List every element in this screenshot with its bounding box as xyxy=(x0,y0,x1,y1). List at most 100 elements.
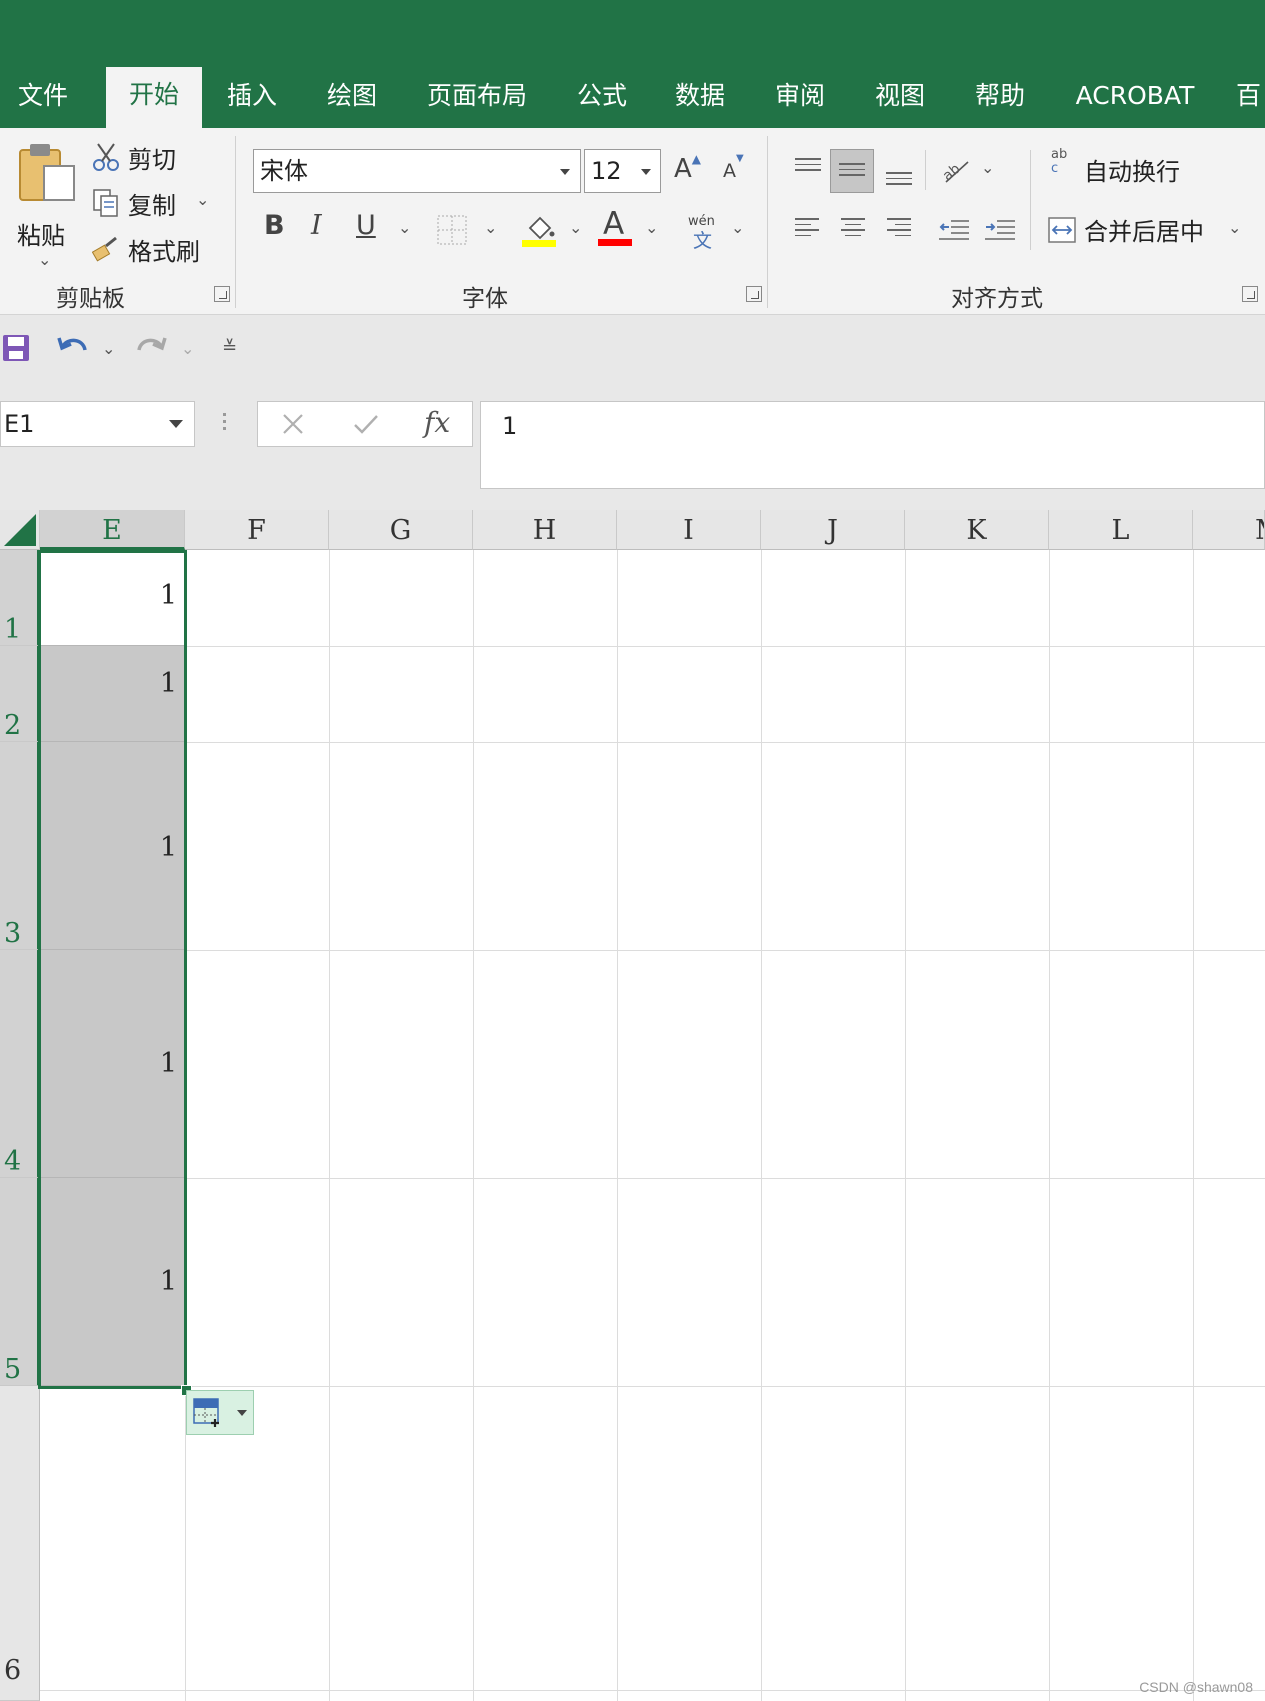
column-header-m[interactable]: M xyxy=(1193,510,1265,550)
column-header-h[interactable]: H xyxy=(473,510,617,550)
decrease-indent-icon[interactable] xyxy=(939,219,969,241)
align-bottom-icon[interactable] xyxy=(886,172,912,189)
format-painter-button[interactable]: 格式刷 xyxy=(92,232,212,268)
align-center-icon[interactable] xyxy=(841,218,865,240)
worksheet-grid[interactable]: E F G H I J K L M 1 2 3 4 5 6 1 1 1 1 1 xyxy=(0,510,1265,1701)
phonetic-guide-button[interactable]: wén 文 xyxy=(688,214,722,252)
align-top-icon[interactable] xyxy=(795,158,821,175)
column-header-e[interactable]: E xyxy=(40,510,185,550)
formula-bar-splitter[interactable] xyxy=(223,413,227,435)
font-name-combobox[interactable]: 宋体 xyxy=(253,149,581,193)
row-header-1[interactable]: 1 xyxy=(0,550,40,646)
quick-analysis-button[interactable] xyxy=(186,1390,254,1435)
gridline xyxy=(40,1178,1265,1179)
ribbon-separator xyxy=(767,136,768,308)
select-all-button[interactable] xyxy=(0,510,40,550)
font-group-label: 字体 xyxy=(462,286,508,312)
orientation-icon[interactable]: ab xyxy=(940,156,970,186)
row-header-5[interactable]: 5 xyxy=(0,1178,40,1386)
column-header-l[interactable]: L xyxy=(1049,510,1193,550)
cell-e5[interactable]: 1 xyxy=(40,1178,185,1386)
fill-color-icon[interactable] xyxy=(522,212,556,248)
bold-button[interactable]: B xyxy=(264,210,285,241)
orientation-chevron-down-icon[interactable]: ⌄ xyxy=(981,158,994,177)
customize-qat-icon[interactable]: ≚ xyxy=(222,337,237,358)
tab-review[interactable]: 审阅 xyxy=(756,68,844,128)
grow-font-button[interactable]: A▲ xyxy=(674,152,701,184)
redo-icon[interactable] xyxy=(135,334,167,362)
ribbon-separator xyxy=(1030,150,1031,250)
enter-check-icon[interactable] xyxy=(353,412,379,436)
tab-view[interactable]: 视图 xyxy=(856,68,944,128)
tab-baidu[interactable]: 百 xyxy=(1236,68,1265,128)
column-header-i[interactable]: I xyxy=(617,510,761,550)
cell-e4[interactable]: 1 xyxy=(40,950,185,1178)
formula-input[interactable]: 1 xyxy=(480,401,1265,489)
row-header-2[interactable]: 2 xyxy=(0,646,40,742)
font-color-chevron-down-icon[interactable]: ⌄ xyxy=(645,218,658,237)
align-left-icon[interactable] xyxy=(795,218,819,240)
copy-button[interactable]: 复制 ⌄ xyxy=(92,186,212,222)
tab-page-layout[interactable]: 页面布局 xyxy=(420,68,534,128)
row-header-3[interactable]: 3 xyxy=(0,742,40,950)
merge-center-chevron-down-icon[interactable]: ⌄ xyxy=(1228,218,1241,237)
paste-chevron-down-icon[interactable]: ⌄ xyxy=(38,250,51,269)
quick-analysis-dropdown-icon[interactable] xyxy=(237,1410,247,1416)
phonetic-chevron-down-icon[interactable]: ⌄ xyxy=(731,218,744,237)
merge-center-icon xyxy=(1048,217,1076,243)
cell-e2[interactable]: 1 xyxy=(40,646,185,742)
tab-help[interactable]: 帮助 xyxy=(956,68,1044,128)
row-header-6[interactable]: 6 xyxy=(0,1386,40,1701)
clipboard-dialog-launcher-icon[interactable] xyxy=(214,286,230,302)
alignment-dialog-launcher-icon[interactable] xyxy=(1242,286,1258,302)
tab-data[interactable]: 数据 xyxy=(656,68,744,128)
fill-color-chevron-down-icon[interactable]: ⌄ xyxy=(569,218,582,237)
paste-button[interactable]: 粘贴 ⌄ xyxy=(10,138,80,273)
align-right-icon[interactable] xyxy=(887,218,911,240)
tab-draw[interactable]: 绘图 xyxy=(308,68,396,128)
font-name-dropdown-icon[interactable] xyxy=(560,169,570,175)
cut-label: 剪切 xyxy=(128,146,176,174)
wrap-text-button[interactable]: ab c 自动换行 xyxy=(1048,148,1218,190)
font-color-button[interactable]: A xyxy=(598,206,632,248)
undo-icon[interactable] xyxy=(57,334,89,362)
cancel-icon[interactable] xyxy=(281,412,305,436)
underline-button[interactable]: U xyxy=(356,210,376,241)
redo-chevron-down-icon[interactable]: ⌄ xyxy=(181,339,194,358)
insert-function-button[interactable]: fx xyxy=(424,406,450,439)
underline-chevron-down-icon[interactable]: ⌄ xyxy=(398,218,411,237)
column-header-g[interactable]: G xyxy=(329,510,473,550)
copy-chevron-down-icon[interactable]: ⌄ xyxy=(196,190,209,209)
column-header-f[interactable]: F xyxy=(185,510,329,550)
merge-center-button[interactable]: 合并后居中 ⌄ xyxy=(1048,210,1248,250)
increase-indent-icon[interactable] xyxy=(985,219,1015,241)
ribbon-home: 粘贴 ⌄ 剪切 复制 ⌄ 格式刷 剪贴板 宋体 12 A▲ A▼ B I U ⌄… xyxy=(0,128,1265,315)
tab-file[interactable]: 文件 xyxy=(0,68,86,128)
tab-acrobat[interactable]: ACROBAT xyxy=(1068,68,1202,128)
tab-home[interactable]: 开始 xyxy=(106,67,202,128)
shrink-font-button[interactable]: A▼ xyxy=(723,153,744,182)
gridline xyxy=(1193,550,1194,1701)
ribbon-separator xyxy=(925,150,926,190)
font-size-dropdown-icon[interactable] xyxy=(641,169,651,175)
tab-insert[interactable]: 插入 xyxy=(208,68,296,128)
column-header-k[interactable]: K xyxy=(905,510,1049,550)
font-color-swatch xyxy=(598,239,632,246)
cell-e3[interactable]: 1 xyxy=(40,742,185,950)
italic-button[interactable]: I xyxy=(311,210,322,241)
save-icon[interactable] xyxy=(2,334,30,362)
font-size-combobox[interactable]: 12 xyxy=(584,149,661,193)
align-middle-button[interactable] xyxy=(830,149,874,193)
name-box[interactable]: E1 xyxy=(0,401,195,447)
copy-icon xyxy=(93,189,118,217)
borders-chevron-down-icon[interactable]: ⌄ xyxy=(484,218,497,237)
column-header-j[interactable]: J xyxy=(761,510,905,550)
undo-chevron-down-icon[interactable]: ⌄ xyxy=(102,339,115,358)
borders-icon[interactable] xyxy=(437,215,467,245)
name-box-dropdown-icon[interactable] xyxy=(169,420,183,428)
cut-button[interactable]: 剪切 xyxy=(92,140,192,176)
font-dialog-launcher-icon[interactable] xyxy=(746,286,762,302)
row-header-4[interactable]: 4 xyxy=(0,950,40,1178)
tab-formulas[interactable]: 公式 xyxy=(558,68,646,128)
cell-e1[interactable]: 1 xyxy=(40,550,185,646)
